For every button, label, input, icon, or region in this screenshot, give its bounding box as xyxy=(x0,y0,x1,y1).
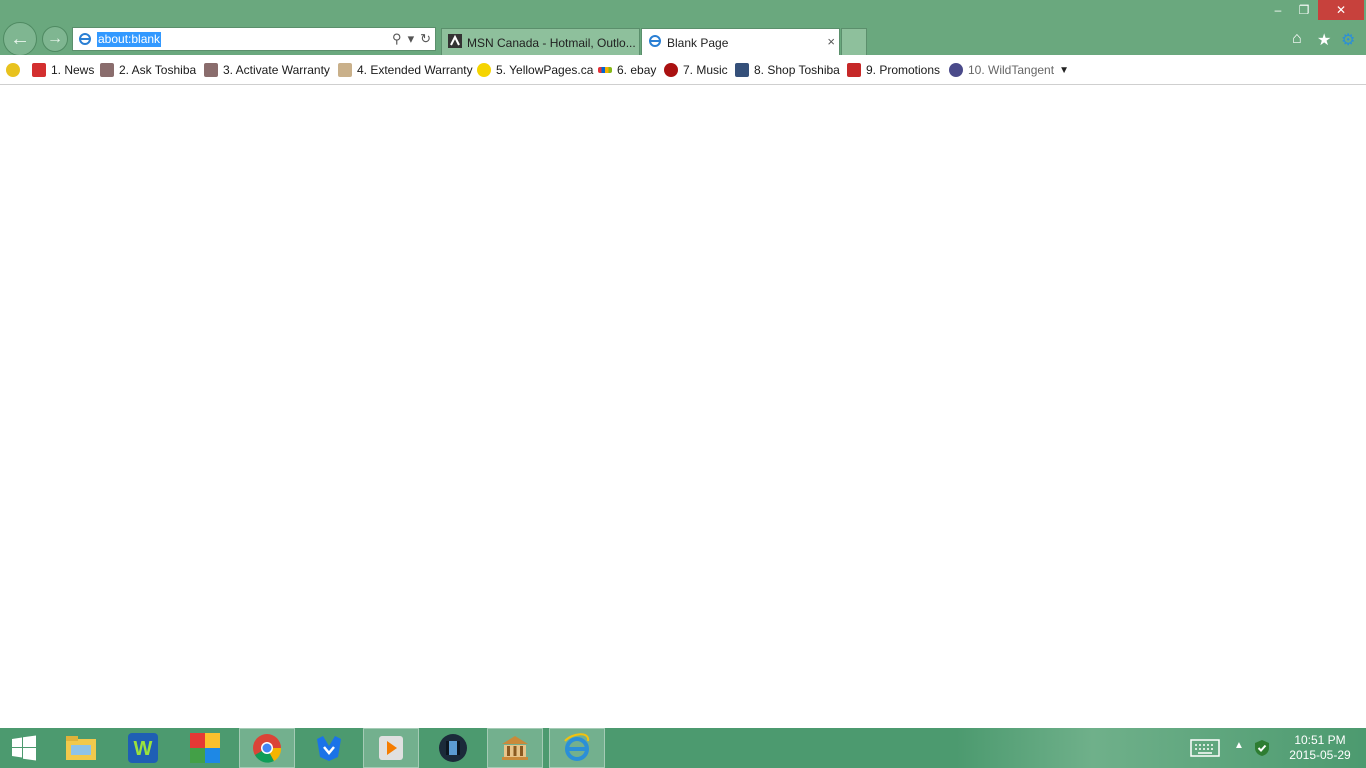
clock-date: 2015-05-29 xyxy=(1289,748,1351,762)
favorite-wildtangent[interactable]: 10. WildTangent ▼ xyxy=(949,63,1069,77)
favorite-music[interactable]: 7. Music xyxy=(664,63,728,77)
music-icon xyxy=(664,63,678,77)
browser-title-bar: ← → about:blank ⚲ ▾ ↻ MSN Canada - Hotma… xyxy=(0,0,1366,56)
taskbar-internet-explorer[interactable] xyxy=(549,728,605,768)
page-content xyxy=(0,85,1366,728)
dropdown-arrow-icon[interactable]: ▾ xyxy=(408,31,415,47)
taskbar: W ▲ xyxy=(0,728,1366,768)
building-icon xyxy=(502,736,528,760)
ie-page-icon xyxy=(78,32,92,49)
back-button[interactable]: ← xyxy=(3,22,37,56)
close-tab-icon[interactable]: × xyxy=(827,34,835,49)
tab-blank-page[interactable]: Blank Page × xyxy=(641,28,840,55)
taskbar-wordperfect[interactable]: W xyxy=(115,728,171,768)
start-button[interactable] xyxy=(0,728,48,768)
tab-label: Blank Page xyxy=(667,36,729,50)
add-to-favorites-icon[interactable] xyxy=(6,63,20,77)
taskbar-video-app[interactable] xyxy=(425,728,481,768)
msn-favicon-icon xyxy=(448,34,462,51)
restore-button[interactable]: ❐ xyxy=(1292,0,1316,20)
shop-icon xyxy=(735,63,749,77)
ebay-icon xyxy=(598,67,612,73)
taskbar-malwarebytes[interactable] xyxy=(301,728,357,768)
favorite-news[interactable]: 1. News xyxy=(32,63,94,77)
chrome-icon xyxy=(253,734,282,763)
search-icon[interactable]: ⚲ xyxy=(392,31,402,47)
favorites-bar: 1. News 2. Ask Toshiba 3. Activate Warra… xyxy=(0,55,1366,85)
favorite-ebay[interactable]: 6. ebay xyxy=(598,63,656,77)
touch-keyboard-icon[interactable] xyxy=(1190,739,1220,760)
taskbar-media-player[interactable] xyxy=(363,728,419,768)
taskbar-chrome[interactable] xyxy=(239,728,295,768)
forward-button[interactable]: → xyxy=(42,26,68,52)
favorite-activate-warranty[interactable]: 3. Activate Warranty xyxy=(204,63,330,77)
favorite-extended-warranty[interactable]: 4. Extended Warranty xyxy=(338,63,473,77)
home-icon[interactable]: ⌂ xyxy=(1292,30,1302,48)
tab-label: MSN Canada - Hotmail, Outlo... xyxy=(467,36,635,50)
show-hidden-icons-icon[interactable]: ▲ xyxy=(1234,740,1244,751)
taskbar-avg[interactable] xyxy=(177,728,233,768)
tab-msn-canada[interactable]: MSN Canada - Hotmail, Outlo... xyxy=(441,28,640,55)
favorite-yellowpages[interactable]: 5. YellowPages.ca xyxy=(477,63,593,77)
internet-explorer-icon xyxy=(564,733,590,761)
chevron-down-icon[interactable]: ▼ xyxy=(1059,65,1069,76)
warranty-icon xyxy=(204,63,218,77)
ie-favicon-icon xyxy=(648,34,662,51)
taskbar-library-app[interactable] xyxy=(487,728,543,768)
refresh-icon[interactable]: ↻ xyxy=(420,31,431,47)
toshiba-icon xyxy=(100,63,114,77)
avg-icon xyxy=(190,733,220,763)
clock-time: 10:51 PM xyxy=(1294,733,1346,747)
svg-text:W: W xyxy=(134,738,153,760)
windows-logo-icon xyxy=(12,735,36,761)
taskbar-file-explorer[interactable] xyxy=(53,728,109,768)
promotion-tag-icon xyxy=(847,63,861,77)
favorite-promotions[interactable]: 9. Promotions xyxy=(847,63,940,77)
address-bar[interactable]: about:blank ⚲ ▾ ↻ xyxy=(72,27,436,51)
favorite-shop-toshiba[interactable]: 8. Shop Toshiba xyxy=(735,63,840,77)
arrow-right-icon: → xyxy=(47,30,63,47)
yellowpages-icon xyxy=(477,63,491,77)
malwarebytes-icon xyxy=(317,736,341,761)
arrow-left-icon: ← xyxy=(10,28,30,50)
close-window-button[interactable]: ✕ xyxy=(1318,0,1364,20)
media-play-icon xyxy=(379,736,403,760)
settings-gear-icon[interactable]: ⚙ xyxy=(1341,30,1355,50)
favorite-ask-toshiba[interactable]: 2. Ask Toshiba xyxy=(100,63,196,77)
folder-icon xyxy=(66,736,96,760)
security-shield-icon[interactable] xyxy=(1254,739,1270,760)
new-tab-button[interactable] xyxy=(841,28,867,55)
address-input[interactable]: about:blank xyxy=(97,32,162,47)
taskbar-clock[interactable]: 10:51 PM 2015-05-29 xyxy=(1280,733,1360,763)
minimize-button[interactable]: – xyxy=(1266,0,1290,20)
w-app-icon: W xyxy=(128,733,158,763)
wildtangent-icon xyxy=(949,63,963,77)
warranty-tag-icon xyxy=(338,63,352,77)
favorites-star-icon[interactable]: ★ xyxy=(1317,30,1331,50)
film-reel-icon xyxy=(439,734,467,762)
maple-leaf-icon xyxy=(32,63,46,77)
